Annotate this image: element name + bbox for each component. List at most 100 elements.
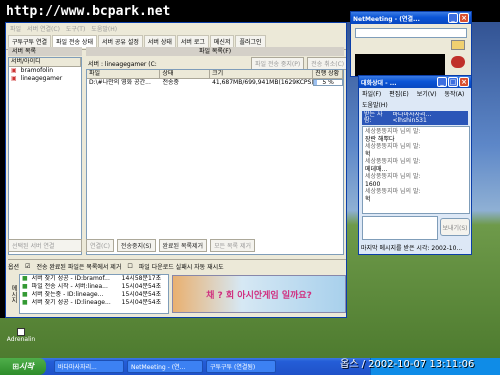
- menu-tools[interactable]: 도구(T): [66, 24, 85, 33]
- message-sender: 세상풍뚱지마 님의 말:: [365, 143, 421, 150]
- file-table-header: 파일 상태 크기 진행 상황: [87, 70, 344, 79]
- action-bar: 선택된 서버 연결: [8, 239, 82, 252]
- message-text: 메데매...: [365, 165, 388, 173]
- message-text: 장란 해뿌다: [365, 135, 395, 143]
- taskbar-button-netmeeting[interactable]: NetMeeting - (연...: [127, 360, 203, 373]
- stop-transfer-button[interactable]: 전송중지(S): [116, 239, 156, 252]
- server-column-header: 서버/아이디: [9, 58, 81, 66]
- log-label: 메시지: [10, 285, 17, 303]
- log-icon: ■: [22, 275, 28, 282]
- action-bar-right: 연결(C) 전송중지(S) 완료된 목록제거 모든 목록 제거: [86, 239, 255, 252]
- log-time: 15시04분54초: [121, 283, 162, 290]
- server-list-header: 서버/아이디: [9, 58, 81, 67]
- send-button[interactable]: 보내기(S): [440, 218, 470, 236]
- netmeeting-title: NetMeeting - (연결...: [353, 15, 420, 23]
- netmeeting-window: NetMeeting - (연결... _ ×: [350, 11, 472, 77]
- server-label: 서버 : lineagegamer (C:: [88, 61, 157, 68]
- log-time: 15시04분54초: [121, 299, 162, 306]
- chat-titlebar: 대화상대 - ... _ □ ×: [359, 76, 471, 88]
- chat-menu-action[interactable]: 동작(A): [445, 89, 465, 98]
- file-name: D:\#나만의 영화 공간...: [89, 79, 151, 86]
- chat-menu-edit[interactable]: 편집(E): [389, 89, 409, 98]
- remove-all-button[interactable]: 모든 목록 제거: [210, 239, 255, 252]
- log-icon: ■: [22, 299, 28, 306]
- file-list-title: 파일 목록(F): [86, 47, 344, 56]
- progress-cell: 5 %: [313, 79, 343, 87]
- server-icon: ▣: [11, 67, 17, 74]
- log-row: ■ 서버 찾기 성공 - ID:lineage... 15시04분54초: [20, 299, 168, 307]
- netmeeting-titlebar: NetMeeting - (연결... _ ×: [351, 12, 471, 24]
- ad-banner[interactable]: 채 ? 회 아시안게임 일까요?: [172, 275, 346, 313]
- message-sender: 세상풍뚱지마 님의 말:: [365, 128, 421, 135]
- connect-button[interactable]: 연결(C): [86, 239, 114, 252]
- adrenalin-icon: [17, 328, 25, 336]
- windows-logo-icon: ⊞: [12, 362, 19, 371]
- call-icon[interactable]: [451, 40, 465, 50]
- col-status[interactable]: 상태: [160, 70, 211, 78]
- clock: 옵스 / 2002-10-07 13:11:06: [340, 359, 475, 370]
- message-sender: 세상풍뚱지마 님의 말:: [365, 173, 421, 180]
- log-row: ■ 서버 찾는중 - ID:lineage... 15시04분54초: [20, 291, 168, 299]
- log-icon: ■: [22, 291, 28, 298]
- server-item[interactable]: ▣ bramofolin: [9, 67, 81, 75]
- message-sender: 세상풍뚱지마 님의 말:: [365, 158, 421, 165]
- maximize-icon[interactable]: □: [448, 77, 458, 87]
- close-icon[interactable]: ×: [459, 13, 469, 23]
- server-item[interactable]: ▣ lineagegamer: [9, 75, 81, 83]
- menu-help[interactable]: 도움말(H): [91, 24, 117, 33]
- recipient-name: 바다마사자리... <lhshin531: [392, 112, 432, 124]
- auto-retry-checkbox[interactable]: ☐: [127, 263, 132, 270]
- chat-status: 마지막 메시지를 받은 시각: 2002-10...: [361, 245, 463, 252]
- options-row: 옵션 ☑ 전송 완료된 파일은 목록에서 제거 ☐ 파일 다운로드 실패시 자동…: [8, 259, 346, 273]
- taskbar-button-gutugutu[interactable]: 구투구투 (연결됨): [206, 360, 276, 373]
- connect-selected-button[interactable]: 선택된 서버 연결: [8, 239, 82, 252]
- log-icon: ■: [22, 283, 28, 290]
- log-text: 서버 찾는중 - ID:lineage...: [31, 291, 104, 298]
- remove-done-checkbox[interactable]: ☑: [25, 263, 30, 270]
- watermark: http://www.bcpark.net: [6, 4, 171, 19]
- minimize-icon[interactable]: _: [448, 13, 458, 23]
- message-text: 헉: [365, 150, 371, 158]
- recipient-label: 받는 사람:: [364, 111, 383, 124]
- netmeeting-address-field[interactable]: [355, 28, 467, 38]
- start-label: 시작: [18, 362, 34, 371]
- col-progress[interactable]: 진행 상황: [313, 70, 344, 78]
- video-area: [355, 54, 445, 76]
- chat-menu-help[interactable]: 도움말(H): [362, 100, 388, 109]
- menu-connect[interactable]: 서버 연결(C): [27, 24, 60, 33]
- server-list-title: 서버 목록: [8, 47, 82, 56]
- col-file[interactable]: 파일: [87, 70, 161, 78]
- message-text: 헉: [365, 195, 371, 203]
- server-name: bramofolin: [20, 67, 54, 74]
- log-panel: ■ 서버 찾기 성공 - ID:bramof... 14시58분17초 ■ 파일 전송…: [19, 274, 169, 314]
- start-button[interactable]: ⊞ 시작: [0, 358, 46, 375]
- table-row[interactable]: D:\#나만의 영화 공간... 전송중 41,687MB/699,941MB(…: [87, 79, 343, 87]
- menu-file[interactable]: 파일: [10, 24, 21, 33]
- minimize-icon[interactable]: _: [437, 77, 447, 87]
- hangup-icon[interactable]: [451, 56, 465, 68]
- taskbar-button-chat[interactable]: 바다마사자리...: [54, 360, 124, 373]
- col-size[interactable]: 크기: [210, 70, 314, 78]
- message-input[interactable]: [362, 216, 438, 240]
- menu-bar: 파일 서버 연결(C) 도구(T) 도움말(H): [6, 23, 346, 34]
- server-name: lineagegamer: [20, 75, 63, 82]
- file-list-panel: 파일 상태 크기 진행 상황 D:\#나만의 영화 공간... 전송중 41,6…: [86, 69, 344, 255]
- remove-completed-button[interactable]: 완료된 목록제거: [158, 239, 208, 252]
- message-sender: 세상풍뚱지마 님의 말:: [365, 188, 421, 195]
- close-icon[interactable]: ×: [459, 77, 469, 87]
- message-text: 1600: [365, 180, 381, 188]
- log-text: 서버 찾기 성공 - ID:lineage...: [31, 299, 111, 306]
- chat-menu-view[interactable]: 보기(V): [417, 89, 437, 98]
- log-row: ■ 파일 전송 시작 - 서버:linea... 15시04분54초: [20, 283, 168, 291]
- chat-menu-file[interactable]: 파일(F): [362, 89, 381, 98]
- progress-text: 5 %: [313, 79, 343, 86]
- desktop-icon-label: Adrenalin: [6, 336, 36, 343]
- server-icon: ▣: [11, 75, 17, 82]
- log-text: 파일 전송 시작 - 서버:linea...: [31, 283, 108, 290]
- log-row: ■ 서버 찾기 성공 - ID:bramof... 14시58분17초: [20, 275, 168, 283]
- log-time: 14시58분17초: [121, 275, 162, 282]
- options-label: 옵션: [8, 264, 20, 271]
- desktop-icon-adrenalin[interactable]: Adrenalin: [6, 328, 36, 343]
- auto-retry-label: 파일 다운로드 실패시 자동 재시도: [138, 264, 224, 271]
- file-status: 전송중: [162, 79, 179, 86]
